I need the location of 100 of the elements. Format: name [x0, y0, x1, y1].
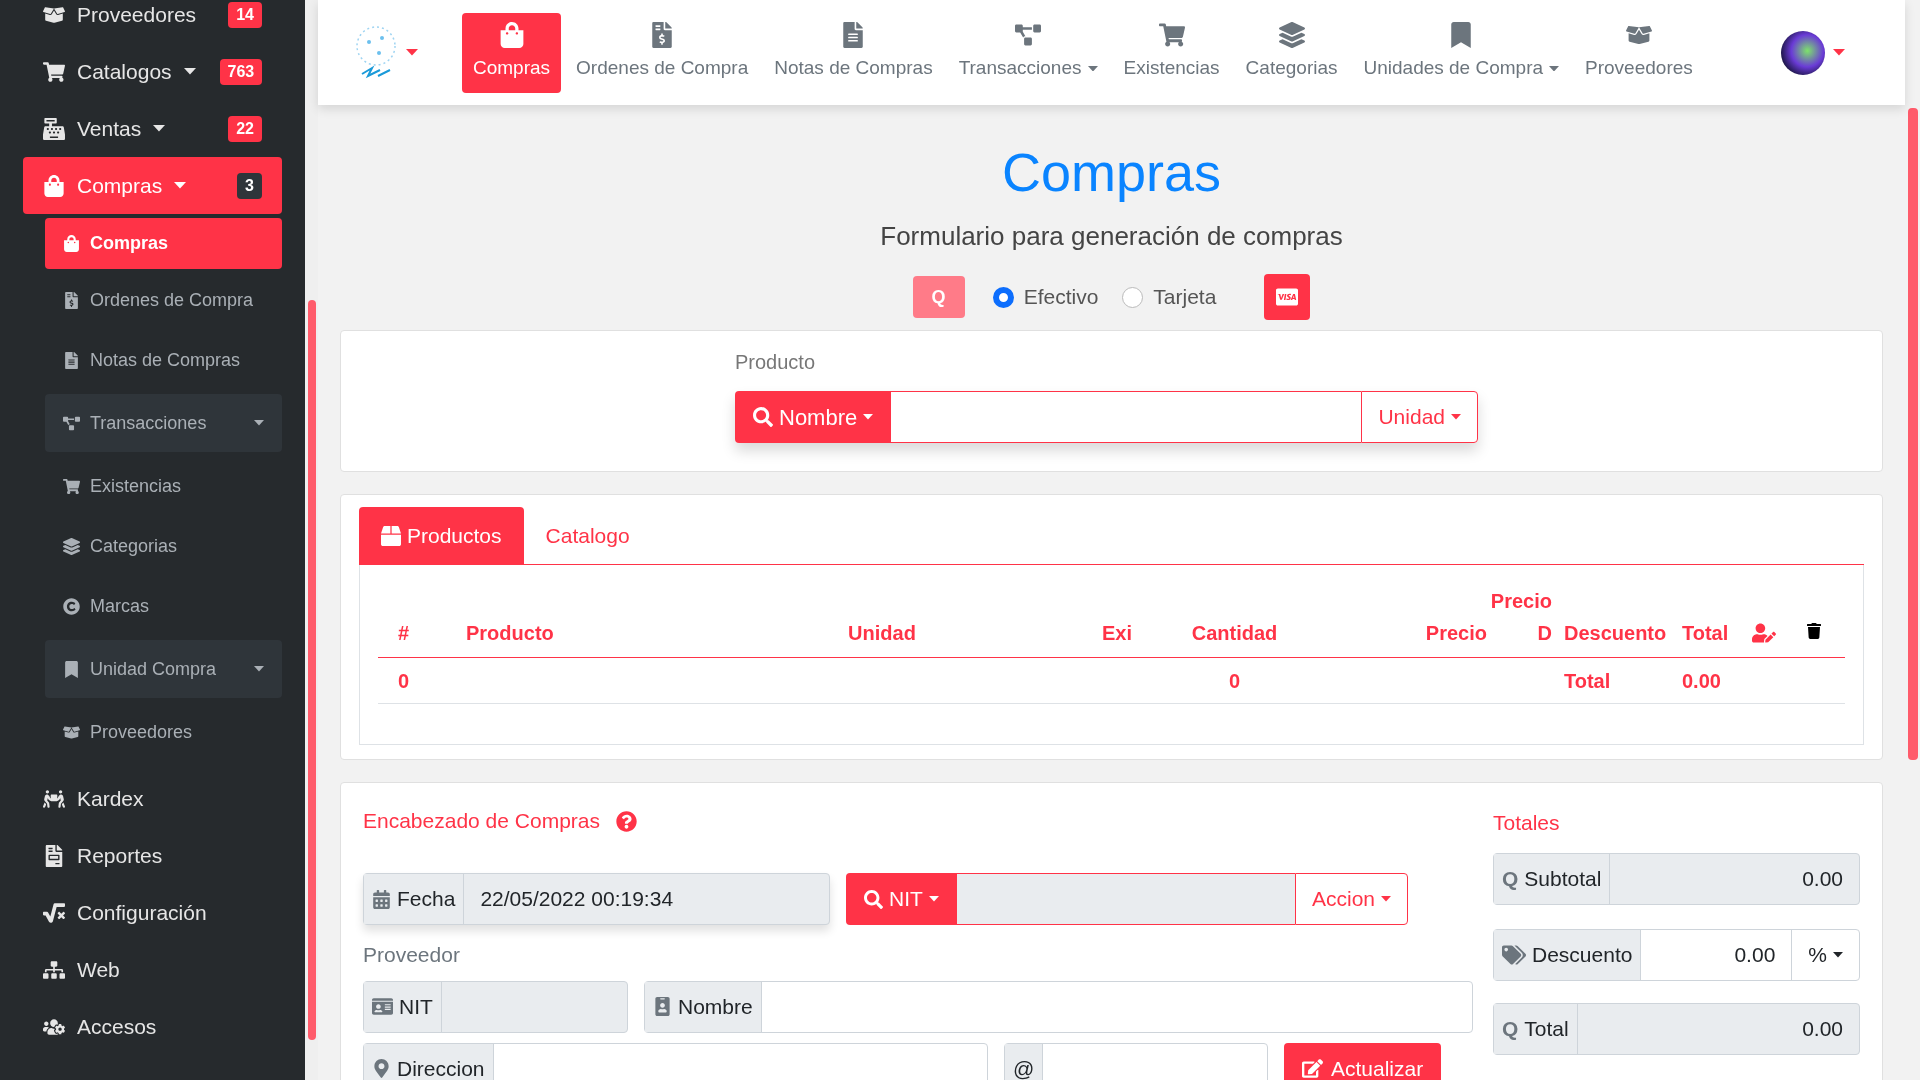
- register-icon: [43, 117, 65, 140]
- name-search-button[interactable]: Nombre: [735, 391, 892, 443]
- caret-icon: [254, 420, 264, 426]
- nit-search-button[interactable]: NIT: [846, 873, 957, 925]
- sidebar-item[interactable]: Proveedores 14: [23, 0, 282, 43]
- percent-dropdown[interactable]: %: [1791, 930, 1859, 980]
- currency-symbol: Q: [1502, 866, 1519, 893]
- nav-tab[interactable]: Compras: [462, 12, 562, 93]
- date-field[interactable]: Fecha 22/05/2022 00:19:34: [363, 873, 830, 925]
- card-button[interactable]: [1264, 274, 1311, 320]
- edit-icon: [1302, 1058, 1323, 1079]
- people-carry-icon: [43, 787, 65, 810]
- sidebar-label: Proveedores: [77, 1, 197, 28]
- caret-icon: [1451, 414, 1461, 420]
- sidebar-item[interactable]: Accesos: [23, 998, 282, 1055]
- unit-dropdown[interactable]: Unidad: [1361, 391, 1478, 443]
- submenu-item[interactable]: Ordenes de Compra: [45, 271, 282, 329]
- bag-icon: [43, 174, 65, 197]
- user-edit-icon[interactable]: [1752, 621, 1776, 645]
- tab[interactable]: Catalogo: [523, 507, 652, 564]
- discount-field[interactable]: Descuento 0.00 %: [1493, 929, 1860, 981]
- email-field[interactable]: @: [1004, 1042, 1268, 1080]
- action-dropdown[interactable]: Accion: [1294, 873, 1408, 925]
- update-button[interactable]: Actualizar: [1284, 1042, 1442, 1080]
- tags-icon: [1502, 943, 1526, 967]
- section-title: Encabezado de Compras: [363, 808, 600, 835]
- scrollbar-thumb[interactable]: [307, 300, 316, 1040]
- nav-tab[interactable]: Proveedores: [1574, 12, 1704, 93]
- sidebar-label: Compras: [77, 172, 163, 199]
- nit-field[interactable]: NIT: [363, 980, 628, 1033]
- caret-icon: [928, 896, 939, 902]
- sidebar-item[interactable]: Configuración: [23, 884, 282, 941]
- nav-label: Transacciones: [958, 56, 1082, 81]
- count-badge: 14: [228, 1, 262, 28]
- submenu-label: Proveedores: [90, 720, 193, 744]
- grand-total: 0.00: [1681, 668, 1722, 694]
- nav-tab[interactable]: Transacciones: [947, 12, 1109, 93]
- credit-card-icon: [1276, 286, 1299, 308]
- field-value: 0.00: [1733, 942, 1777, 969]
- tab[interactable]: Productos: [359, 507, 524, 564]
- field-label: Nombre: [678, 993, 753, 1020]
- field-label: Total: [1524, 1016, 1569, 1043]
- avatar[interactable]: [1781, 30, 1825, 75]
- caret-icon: [406, 49, 418, 56]
- submenu-label: Categorias: [90, 534, 178, 558]
- nav-tab[interactable]: Notas de Compras: [763, 12, 944, 93]
- sidebar-item[interactable]: Kardex: [23, 770, 282, 827]
- sidebar-label: Kardex: [77, 785, 144, 812]
- sidebar-item[interactable]: Web: [23, 941, 282, 998]
- sidebar-item[interactable]: Catalogos 763: [23, 43, 282, 100]
- name-field[interactable]: Nombre: [644, 980, 1473, 1033]
- column-header: Cantidad: [1190, 621, 1279, 646]
- sidebar-item[interactable]: Compras 3: [23, 157, 282, 214]
- field-label: Subtotal: [1524, 866, 1602, 893]
- field-label: NIT: [399, 993, 433, 1020]
- map-pin-icon: [372, 1059, 391, 1078]
- address-field[interactable]: Direccion: [363, 1042, 988, 1080]
- trash-icon[interactable]: [1806, 623, 1822, 639]
- field-label: @: [1013, 1055, 1035, 1080]
- caret-icon: [183, 68, 196, 75]
- submenu-label: Transacciones: [90, 411, 207, 435]
- submenu-item[interactable]: Compras: [45, 218, 282, 269]
- layers-icon: [63, 537, 80, 555]
- nav-tab[interactable]: Ordenes de Compra: [565, 12, 760, 93]
- sidebar-label: Configuración: [77, 899, 207, 926]
- nit-input[interactable]: [956, 873, 1295, 925]
- submenu-item[interactable]: Unidad Compra: [45, 640, 282, 698]
- product-input[interactable]: [891, 391, 1362, 443]
- caret-icon: [1833, 49, 1845, 56]
- sidebar-label: Web: [77, 956, 120, 983]
- submenu-item[interactable]: Existencias: [45, 457, 282, 515]
- nav-tab[interactable]: Existencias: [1112, 12, 1231, 93]
- submenu-item[interactable]: Transacciones: [45, 394, 282, 452]
- bookmark-icon: [63, 660, 80, 678]
- count-badge: 3: [237, 172, 262, 199]
- cart-icon: [43, 60, 65, 83]
- payment-radio[interactable]: Efectivo: [992, 281, 1099, 313]
- submenu-item[interactable]: Categorias: [45, 517, 282, 575]
- nav-label: Existencias: [1123, 56, 1220, 81]
- layers-icon: [1278, 22, 1305, 49]
- nav-label: Compras: [473, 56, 551, 81]
- subtotal-field[interactable]: Q Subtotal 0.00: [1493, 853, 1860, 905]
- sidebar-item[interactable]: Reportes: [23, 827, 282, 884]
- sidebar-label: Catalogos: [77, 58, 172, 85]
- column-header: Exi: [1100, 621, 1132, 646]
- nav-tab[interactable]: Categorias: [1234, 12, 1349, 93]
- caret-icon: [1381, 896, 1391, 902]
- nav-tab[interactable]: Unidades de Compra: [1352, 12, 1571, 93]
- help-icon[interactable]: [616, 810, 637, 832]
- caret-icon: [1549, 65, 1560, 72]
- nav-label: Unidades de Compra: [1363, 56, 1544, 81]
- total-field[interactable]: Q Total 0.00: [1493, 1003, 1860, 1055]
- payment-radio[interactable]: Tarjeta: [1122, 281, 1217, 313]
- bag-icon: [498, 22, 525, 49]
- sidebar-item[interactable]: Ventas 22: [23, 100, 282, 157]
- submenu-item[interactable]: Proveedores: [45, 703, 282, 761]
- invoice-icon: [63, 291, 80, 309]
- submenu-item[interactable]: Notas de Compras: [45, 331, 282, 389]
- scrollbar-thumb[interactable]: [1907, 108, 1918, 760]
- submenu-item[interactable]: Marcas: [45, 577, 282, 635]
